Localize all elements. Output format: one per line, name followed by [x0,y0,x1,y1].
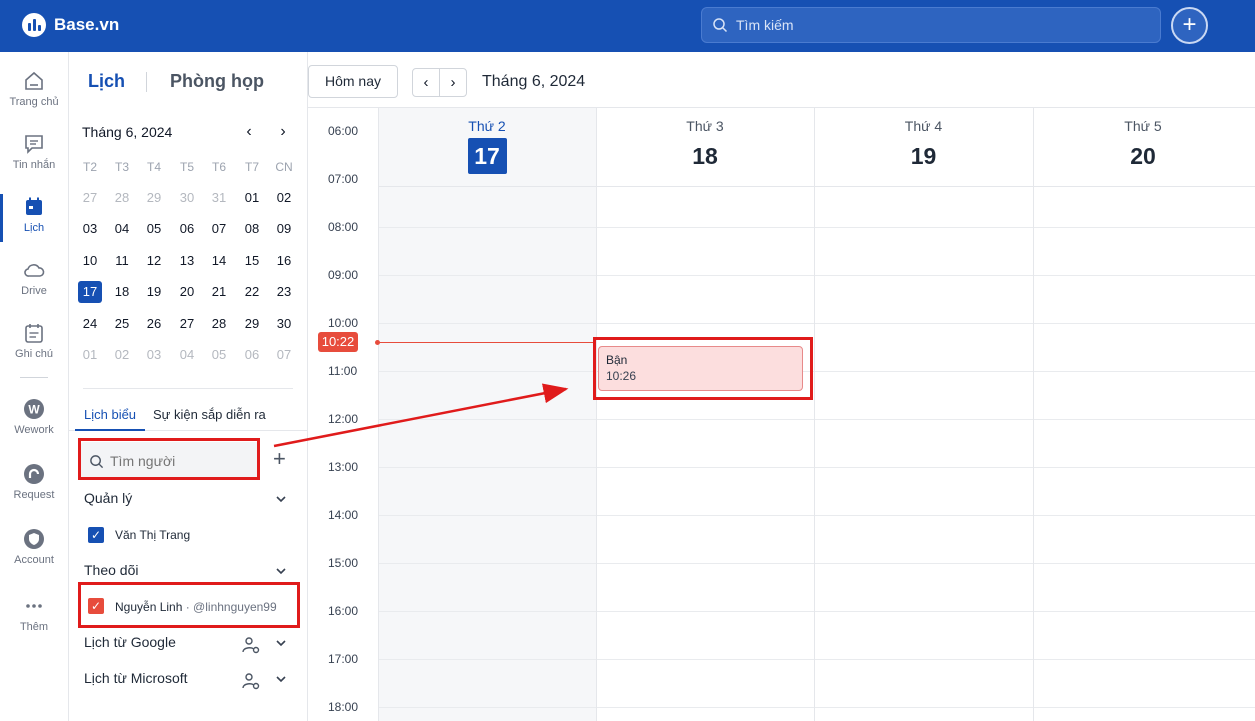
annotation-arrow [273,383,569,448]
